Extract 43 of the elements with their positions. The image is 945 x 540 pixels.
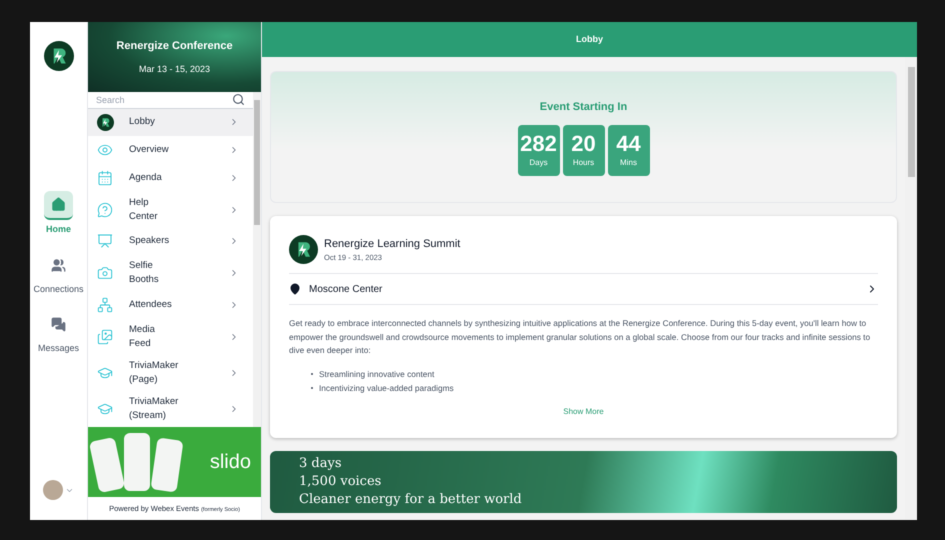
bullet-item: Incentivizing value-added paradigms: [311, 381, 878, 396]
network-icon: [97, 297, 113, 314]
map-pin-icon: [289, 283, 301, 295]
countdown-title: Event Starting In: [540, 100, 628, 115]
scrollbar[interactable]: [253, 92, 261, 427]
countdown-unit: Days: [529, 157, 548, 169]
location-row[interactable]: Moscone Center: [289, 274, 878, 305]
event-dates: Mar 13 - 15, 2023: [138, 63, 210, 76]
images-icon: [97, 329, 113, 345]
graduation-cap-icon: [97, 365, 113, 381]
countdown-value: 20: [571, 131, 596, 157]
summit-name: Renergize Learning Summit: [324, 236, 460, 252]
nav-item[interactable]: Lobby: [88, 108, 253, 136]
countdown-value: 44: [616, 131, 641, 157]
app-logo: [44, 41, 74, 71]
search-icon: [232, 93, 245, 106]
bullet-item: Streamlining innovative content: [311, 367, 878, 382]
countdown-unit: Hours: [572, 157, 594, 169]
chat-question-icon: [97, 202, 113, 218]
graduation-cap-icon: [97, 401, 113, 417]
summit-logo: [289, 235, 318, 264]
camera-icon: [97, 265, 113, 282]
logo-icon: [97, 114, 114, 131]
phone-drawing: [150, 437, 184, 493]
people-icon: [50, 258, 66, 272]
countdown-unit: Mins: [620, 157, 637, 169]
search-field[interactable]: Search: [96, 92, 232, 108]
slido-logo: slido: [210, 450, 251, 475]
rail-tab[interactable]: Messages: [38, 310, 79, 356]
event-title: Renergize Conference: [116, 38, 233, 54]
countdown-value: 282: [520, 131, 557, 157]
podium-icon: [97, 233, 113, 250]
phone-drawing: [124, 433, 150, 491]
event-description: Get ready to embrace interconnected channels by synthesizing intuitive applications at the Renergize Conference. During this 5-day event, you'll learn how to empower the groundswell and crowdsource movements to implement granular solutions on a global scale. Choose from our four tracks and infinite sessions to dive even deeper into:: [289, 317, 872, 358]
calendar-icon: [97, 170, 113, 186]
rail-tab[interactable]: Connections: [33, 250, 84, 296]
chat-bubbles-icon: [50, 317, 66, 332]
home-icon: [50, 197, 66, 212]
promo-line: Cleaner energy for a better world: [299, 491, 523, 509]
promo-line: 1,500 voices: [299, 473, 382, 491]
promo-line: 3 days: [299, 455, 342, 473]
avatar[interactable]: [43, 480, 63, 500]
page-title: Lobby: [576, 32, 603, 46]
